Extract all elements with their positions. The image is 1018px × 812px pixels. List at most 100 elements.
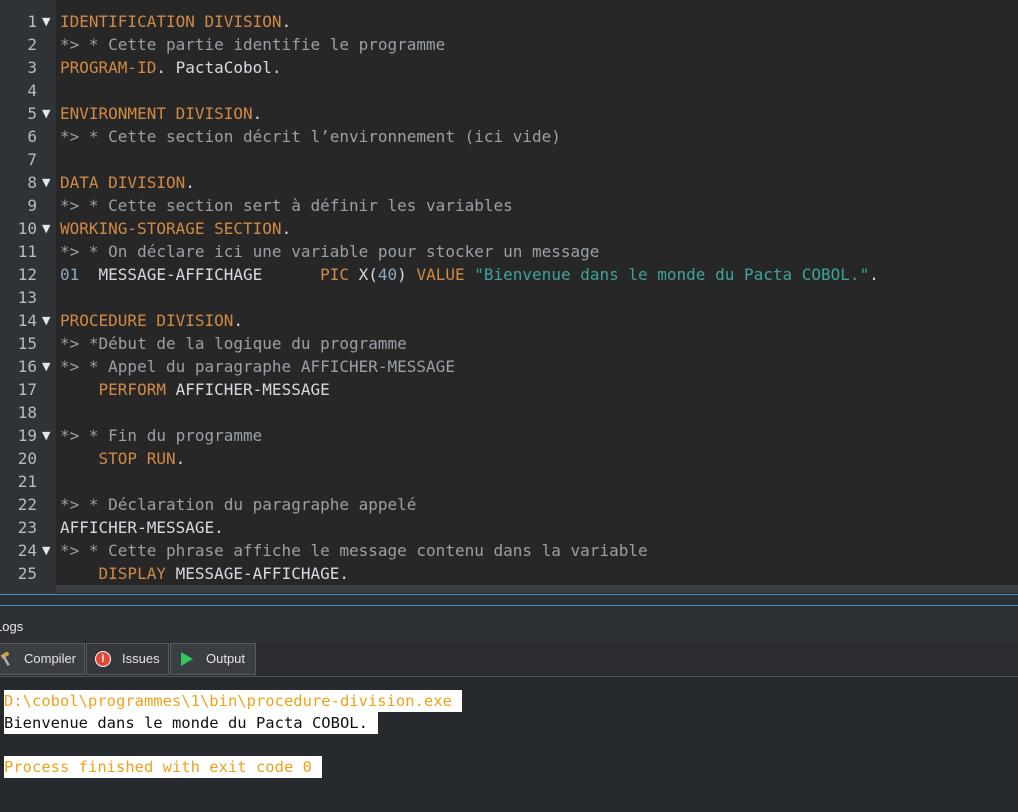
code-text: PROGRAM-ID. PactaCobol. [60,56,282,79]
line-number: 13 [17,288,37,307]
code-token: AFFICHER-MESSAGE. [60,518,224,537]
line-number: 10 [17,219,37,238]
code-token: DATA DIVISION [60,173,186,192]
tab-issues[interactable]: ! Issues [86,643,169,675]
code-text: ENVIRONMENT DIVISION. [60,102,262,125]
code-token: *> * On déclare ici une variable pour st… [60,242,600,261]
code-text: DISPLAY MESSAGE-AFFICHAGE. [60,562,349,585]
code-token: *> * Cette section sert à définir les va… [60,196,513,215]
logs-panel-header: Logs [0,606,1018,642]
line-number: 15 [17,334,37,353]
line-number: 25 [17,564,37,583]
horizontal-scrollbar[interactable] [56,585,1018,593]
code-token: . PactaCobol. [156,58,282,77]
code-line: 12 01 MESSAGE-AFFICHAGE PIC X(40) VALUE "… [0,263,1018,286]
code-token: IDENTIFICATION DIVISION [60,12,282,31]
code-line: 10 ▼ WORKING-STORAGE SECTION. [0,217,1018,240]
code-text: *> * Cette section décrit l’environnemen… [60,125,561,148]
line-number: 20 [17,449,37,468]
code-line: 14 ▼ PROCEDURE DIVISION. [0,309,1018,332]
code-line: 8 ▼ DATA DIVISION. [0,171,1018,194]
line-number: 21 [17,472,37,491]
line-number: 23 [17,518,37,537]
code-token: . [281,12,292,31]
panel-splitter[interactable] [0,594,1018,606]
tab-output-label: Output [206,651,246,666]
logs-title: Logs [0,619,24,634]
code-token: DISPLAY [98,564,166,583]
code-text: AFFICHER-MESSAGE. [60,516,224,539]
code-text: PROCEDURE DIVISION. [60,309,243,332]
tab-compiler[interactable]: Compiler [0,643,85,675]
fold-arrow-icon[interactable]: ▼ [42,217,50,240]
error-icon: ! [95,651,111,667]
code-token: AFFICHER-MESSAGE [165,380,330,399]
line-number: 8 [27,173,37,192]
code-token: PERFORM [98,380,166,399]
code-text: *> * On déclare ici une variable pour st… [60,240,599,263]
fold-arrow-icon[interactable]: ▼ [42,424,50,447]
code-lines: 1 ▼ IDENTIFICATION DIVISION. 2 *> * Cette pa… [0,0,1018,594]
code-text: STOP RUN. [60,447,186,470]
code-text: *> * Cette partie identifie le programme [60,33,445,56]
code-token: MESSAGE-AFFICHAGE [79,265,321,284]
tab-compiler-label: Compiler [24,651,77,666]
code-line: 17 PERFORM AFFICHER-MESSAGE [0,378,1018,401]
code-text: *> * Cette section sert à définir les va… [60,194,513,217]
code-token: WORKING-STORAGE SECTION [60,219,282,238]
line-number: 16 [17,357,37,376]
code-token: . [252,104,263,123]
code-line: 13 [0,286,1018,309]
code-line: 1 ▼ IDENTIFICATION DIVISION. [0,10,1018,33]
code-token: VALUE [416,265,465,284]
line-number: 2 [27,35,37,54]
code-line: 5 ▼ ENVIRONMENT DIVISION. [0,102,1018,125]
line-number: 7 [27,150,37,169]
code-text: PERFORM AFFICHER-MESSAGE [60,378,330,401]
line-number: 3 [27,58,37,77]
code-token: *> * Appel du paragraphe AFFICHER-MESSAG… [60,357,455,376]
logs-tab-bar: Compiler ! Issues Output [0,642,1018,677]
code-text: DATA DIVISION. [60,171,195,194]
code-text: IDENTIFICATION DIVISION. [60,10,291,33]
code-token: . [233,311,244,330]
code-line: 11 *> * On déclare ici une variable pour … [0,240,1018,263]
code-token: *> * Déclaration du paragraphe appelé [60,495,417,514]
code-token: PIC [320,265,349,284]
code-token: X( [349,265,378,284]
code-text: *> *Début de la logique du programme [60,332,407,355]
code-text: *> * Appel du paragraphe AFFICHER-MESSAG… [60,355,455,378]
line-number: 24 [17,541,37,560]
fold-arrow-icon[interactable]: ▼ [42,355,50,378]
code-token: *> * Fin du programme [60,426,263,445]
fold-arrow-icon[interactable]: ▼ [42,309,50,332]
code-token: "Bienvenue dans le monde du Pacta COBOL.… [474,265,870,284]
fold-arrow-icon[interactable]: ▼ [42,10,50,33]
output-line: Process finished with exit code 0 [4,756,322,778]
fold-arrow-icon[interactable]: ▼ [42,102,50,125]
tab-output[interactable]: Output [170,643,256,675]
code-line: 21 [0,470,1018,493]
line-number: 11 [17,242,37,261]
code-line: 23 AFFICHER-MESSAGE. [0,516,1018,539]
output-line: D:\cobol\programmes\1\bin\procedure-divi… [4,690,462,712]
fold-arrow-icon[interactable]: ▼ [42,171,50,194]
code-line: 2 *> * Cette partie identifie le programm… [0,33,1018,56]
code-line: 24 ▼ *> * Cette phrase affiche le message … [0,539,1018,562]
code-token: *> * Cette partie identifie le programme [60,35,446,54]
code-editor[interactable]: 1 ▼ IDENTIFICATION DIVISION. 2 *> * Cette pa… [0,0,1018,594]
code-line: 6 *> * Cette section décrit l’environneme… [0,125,1018,148]
code-token: . [869,265,879,284]
code-line: 3 PROGRAM-ID. PactaCobol. [0,56,1018,79]
code-token: *> * Cette section décrit l’environnemen… [60,127,561,146]
code-token: *> *Début de la logique du programme [60,334,407,353]
code-token: . [185,173,195,192]
line-number: 12 [17,265,37,284]
fold-arrow-icon[interactable]: ▼ [42,539,50,562]
code-text: *> * Déclaration du paragraphe appelé [60,493,416,516]
output-console[interactable]: D:\cobol\programmes\1\bin\procedure-divi… [0,677,1018,812]
output-line: Bienvenue dans le monde du Pacta COBOL. [4,712,378,734]
